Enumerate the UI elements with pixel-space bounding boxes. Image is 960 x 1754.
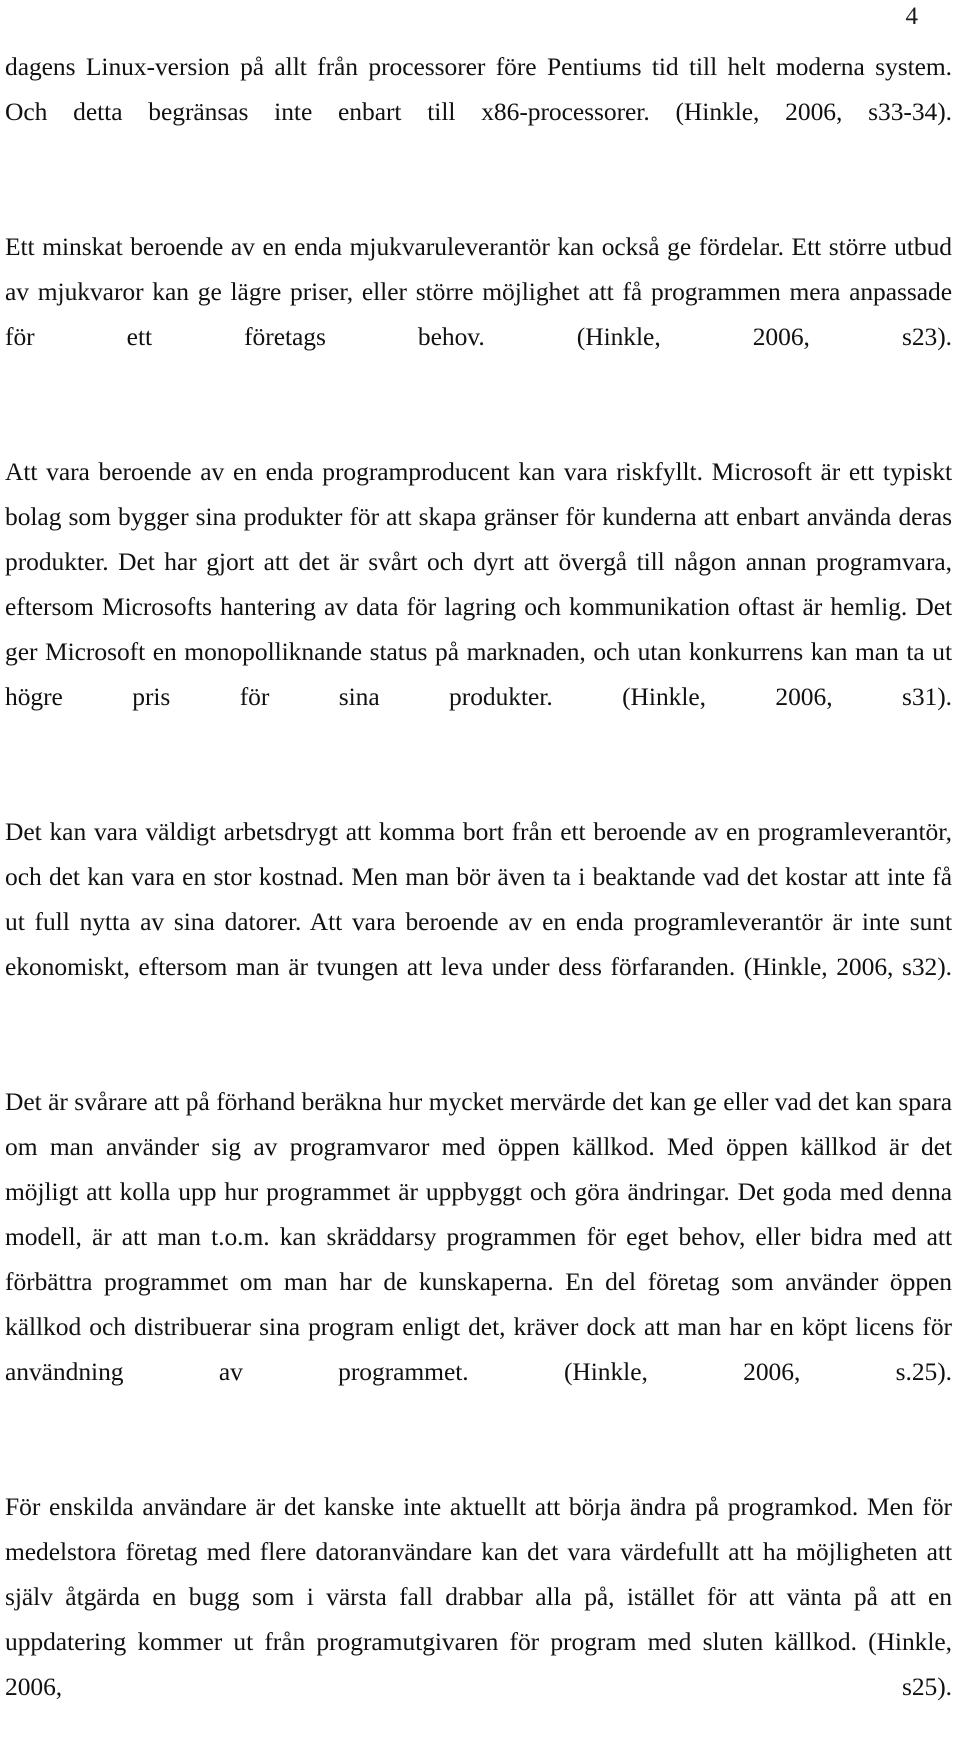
paragraph-6: För enskilda användare är det kanske int… <box>5 1492 952 1701</box>
paragraph-3: Att vara beroende av en enda programprod… <box>5 457 952 711</box>
page-number: 4 <box>905 3 919 30</box>
document-page: 4 dagens Linux-version på allt från proc… <box>0 0 960 1701</box>
paragraph-2: Ett minskat beroende av en enda mjukvaru… <box>5 232 952 351</box>
paragraph-4: Det kan vara väldigt arbetsdrygt att kom… <box>5 817 952 981</box>
document-body: dagens Linux-version på allt från proces… <box>5 44 952 1754</box>
paragraph-1: dagens Linux-version på allt från proces… <box>5 52 952 126</box>
paragraph-5: Det är svårare att på förhand beräkna hu… <box>5 1087 952 1386</box>
